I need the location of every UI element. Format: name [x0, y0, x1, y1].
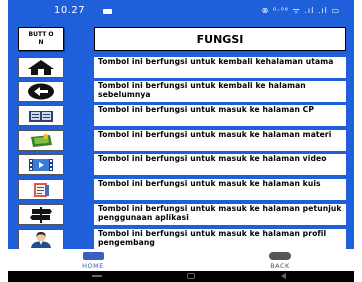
row-description: Tombol ini berfungsi untuk masuk ke hala… — [94, 179, 346, 200]
row-description: Tombol ini berfungsi untuk masuk ke hala… — [94, 105, 346, 126]
video-icon — [29, 159, 53, 171]
bottom-navigation: HOME BACK — [8, 249, 354, 271]
home-system-icon[interactable] — [187, 273, 195, 279]
list-item: Tombol ini berfungsi untuk masuk ke hala… — [8, 179, 354, 200]
list-item: Tombol ini berfungsi untuk kembali kehal… — [8, 57, 354, 78]
list-item: Tombol ini berfungsi untuk masuk ke hala… — [8, 105, 354, 126]
guide-button-sample[interactable] — [18, 204, 64, 225]
home-nav-label: HOME — [82, 262, 104, 270]
header-row: BUTT ON FUNGSI — [8, 27, 354, 51]
profile-button-sample[interactable] — [18, 229, 64, 250]
menu-system-icon[interactable] — [92, 275, 102, 277]
list-item: Tombol ini berfungsi untuk masuk ke hala… — [8, 130, 354, 151]
function-column-header: FUNGSI — [94, 27, 346, 51]
list-item: Tombol ini berfungsi untuk masuk ke hala… — [8, 229, 354, 250]
video-button-sample[interactable] — [18, 154, 64, 175]
status-bar: 10.27 ⊗ ⁰·⁰⁶ ᯤ .ıl .ıl ▭ — [8, 0, 354, 22]
row-description: Tombol ini berfungsi untuk kembali kehal… — [94, 57, 346, 78]
row-description: Tombol ini berfungsi untuk masuk ke hala… — [94, 154, 346, 175]
back-arrow-icon — [28, 83, 54, 100]
book-icon — [29, 111, 53, 122]
back-nav-button[interactable]: BACK — [250, 250, 310, 271]
system-navigation-bar — [8, 271, 354, 282]
home-nav-button[interactable]: HOME — [63, 250, 123, 271]
signpost-icon — [30, 207, 52, 223]
row-description: Tombol ini berfungsi untuk kembali ke ha… — [94, 81, 346, 102]
list-item: Tombol ini berfungsi untuk kembali ke ha… — [8, 81, 354, 102]
home-button-sample[interactable] — [18, 57, 64, 78]
status-icons: ⊗ ⁰·⁰⁶ ᯤ .ıl .ıl ▭ — [261, 6, 340, 15]
list-item: Tombol ini berfungsi untuk masuk ke hala… — [8, 204, 354, 225]
material-icon — [31, 133, 52, 147]
developer-profile-icon — [31, 231, 51, 248]
back-button-sample[interactable] — [18, 81, 64, 102]
back-system-icon[interactable] — [281, 273, 286, 279]
row-description: Tombol ini berfungsi untuk masuk ke hala… — [94, 130, 346, 151]
quiz-button-sample[interactable] — [18, 179, 64, 200]
app-screen: 10.27 ⊗ ⁰·⁰⁶ ᯤ .ıl .ıl ▭ BUTT ON FUNGSI … — [8, 0, 354, 282]
row-description: Tombol ini berfungsi untuk masuk ke hala… — [94, 229, 346, 250]
notification-icon — [103, 9, 112, 14]
cp-button-sample[interactable] — [18, 105, 64, 126]
back-nav-icon — [269, 252, 291, 260]
material-button-sample[interactable] — [18, 130, 64, 151]
back-nav-label: BACK — [270, 262, 290, 270]
home-icon — [28, 60, 54, 75]
row-description: Tombol ini berfungsi untuk masuk ke hala… — [94, 204, 346, 225]
quiz-icon — [34, 183, 49, 197]
home-nav-icon — [83, 252, 104, 260]
button-column-header: BUTT ON — [18, 27, 64, 51]
status-time: 10.27 — [54, 5, 86, 16]
list-item: Tombol ini berfungsi untuk masuk ke hala… — [8, 154, 354, 175]
